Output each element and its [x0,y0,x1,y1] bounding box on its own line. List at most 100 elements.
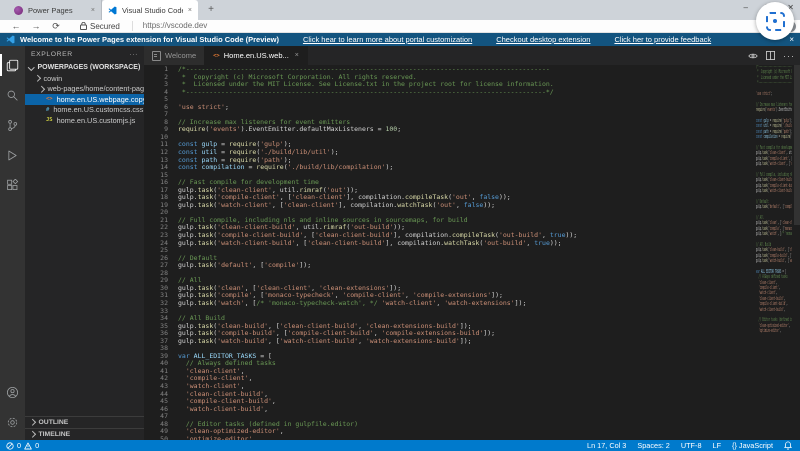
code-text[interactable]: require('events').EventEmitter.defaultMa… [178,126,401,134]
source-control-icon[interactable] [0,110,25,140]
code-text[interactable]: gulp.task('watch-build', ['watch-client-… [756,259,792,264]
editor-scrollbar[interactable] [794,65,800,225]
more-actions-icon[interactable]: ··· [783,51,795,61]
new-tab-button[interactable]: + [204,3,218,17]
browser-tab-vscode[interactable]: Visual Studio Code × [102,0,198,20]
refresh-button[interactable]: ⟳ [46,21,66,32]
tree-item-file[interactable]: JS home.en.US.customjs.js [25,115,144,126]
banner-link-feedback[interactable]: Click her to provide feedback [614,35,711,44]
welcome-tab-icon [152,51,161,61]
code-text[interactable]: const compilation = require('./build/lib… [178,164,393,172]
code-text[interactable]: require('events').EventEmitter.defaultMa… [756,108,792,113]
code-line[interactable]: 5 [144,96,800,104]
tree-item-file-selected[interactable]: <> home.en.US.webpage.copy.html [25,94,144,105]
tree-item-file[interactable]: # home.en.US.customcss.css [25,105,144,116]
banner-link-desktop-extension[interactable]: Checkout desktop extension [496,35,590,44]
chevron-right-icon [29,419,35,425]
vscode-banner-icon [6,35,15,44]
accounts-icon[interactable] [0,377,25,407]
tree-item-folder[interactable]: cowin [25,73,144,84]
tab-close-icon[interactable]: × [295,52,299,59]
code-line[interactable]: 6'use strict'; [144,104,800,112]
language-mode[interactable]: {} JavaScript [732,441,773,450]
forward-button[interactable]: → [26,21,46,31]
tree-item-folder[interactable]: web-pages/home/content-pages [25,84,144,95]
vscode-workbench: EXPLORER ··· POWERPAGES (WORKSPACE) cowi… [0,46,800,440]
timeline-section[interactable]: TIMELINE [25,428,144,440]
browser-tab-strip: Power Pages × Visual Studio Code × + – ☐… [0,0,800,20]
screen: Power Pages × Visual Studio Code × + – ☐… [0,0,800,451]
address-url[interactable]: https://vscode.dev [132,21,207,31]
code-text[interactable]: *---------------------------------------… [756,81,792,86]
code-text[interactable]: gulp.task('watch-client-build', ['clean-… [178,240,562,248]
code-line[interactable]: 24gulp.task('watch-client-build', ['clea… [144,240,800,248]
explorer-actions-icon[interactable]: ··· [129,51,138,58]
code-line[interactable]: 27gulp.task('default', ['compile']); [144,262,800,270]
code-text[interactable]: *---------------------------------------… [178,89,554,97]
indentation[interactable]: Spaces: 2 [637,441,669,450]
code-text[interactable]: const compilation = require('./build/lib… [756,135,792,140]
code-text[interactable]: 'use strict'; [178,104,229,112]
back-button[interactable]: ← [6,21,26,31]
code-line[interactable]: 14const compilation = require('./build/l… [144,164,800,172]
minimap[interactable]: 1/*-------------------------------------… [756,65,792,351]
code-text[interactable]: gulp.task('watch-build', ['watch-client-… [178,338,472,346]
settings-gear-icon[interactable] [0,407,25,437]
notifications-bell-icon[interactable] [784,441,792,450]
tab-welcome[interactable]: Welcome [144,46,205,65]
explorer-icon[interactable] [0,50,25,80]
code-line[interactable]: 4 *-------------------------------------… [144,89,800,97]
preview-icon[interactable] [748,52,758,60]
tab-home-webpage[interactable]: <> Home.en.US.web... × [205,46,308,65]
chevron-right-icon [34,75,40,81]
code-text[interactable]: gulp.task('watch', [/* 'monaco-typecheck… [178,300,526,308]
line-number: 1 [144,66,178,74]
encoding[interactable]: UTF-8 [681,441,702,450]
chevron-right-icon [38,86,44,92]
extensions-icon[interactable] [0,170,25,200]
code-editor[interactable]: 1/*-------------------------------------… [144,65,800,440]
banner-close-icon[interactable]: × [789,35,794,44]
outline-section[interactable]: OUTLINE [25,416,144,428]
secured-label: Secured [90,22,120,31]
problems-indicator[interactable]: 0 0 [6,441,39,450]
code-text[interactable]: 'use strict'; [756,92,772,97]
code-line[interactable]: 32gulp.task('watch', [/* 'monaco-typeche… [144,300,800,308]
code-text[interactable]: 'optimize-editor', [756,329,781,334]
code-text[interactable]: 'watch-client-build', [178,406,268,414]
tab-close-icon[interactable]: × [188,7,192,14]
html-file-icon: <> [46,96,53,102]
code-lines: 1/*-------------------------------------… [144,66,800,440]
cursor-position[interactable]: Ln 17, Col 3 [587,441,626,450]
code-line[interactable]: 25 [144,247,800,255]
code-line: 4 *-------------------------------------… [756,81,792,86]
browser-tab-title: Power Pages [28,6,86,15]
code-text[interactable]: gulp.task('watch-client', ['clean-client… [756,162,792,167]
banner-link-portal-customization[interactable]: Click hear to learn more about portal cu… [303,35,472,44]
code-line[interactable]: 28 [144,270,800,278]
code-text[interactable]: gulp.task('watch', [/* 'monaco-typecheck… [756,232,792,237]
code-text[interactable]: gulp.task('watch-client', ['clean-client… [178,202,495,210]
code-text[interactable]: 'watch-client-build', [756,308,785,313]
code-line: 27gulp.task('default', ['compile']); [756,205,792,210]
code-line[interactable]: 9require('events').EventEmitter.defaultM… [144,126,800,134]
line-number: 3 [144,81,178,89]
window-minimize-button[interactable]: – [744,0,748,14]
run-debug-icon[interactable] [0,140,25,170]
tab-close-icon[interactable]: × [91,7,95,14]
code-text[interactable]: gulp.task('watch-client-build', ['clean-… [756,189,792,194]
code-text[interactable]: gulp.task('default', ['compile']); [178,262,311,270]
line-number: 8 [144,119,178,127]
code-text[interactable]: gulp.task('default', ['compile']); [756,205,792,210]
search-icon[interactable] [0,80,25,110]
code-line[interactable]: 19gulp.task('watch-client', ['clean-clie… [144,202,800,210]
split-editor-icon[interactable] [766,51,775,60]
code-line[interactable]: 37gulp.task('watch-build', ['watch-clien… [144,338,800,346]
code-line[interactable]: 46 'watch-client-build', [144,406,800,414]
browser-tab-power-pages[interactable]: Power Pages × [8,0,102,20]
eol-indicator[interactable]: LF [713,441,722,450]
line-number: 5 [144,96,178,104]
workspace-header[interactable]: POWERPAGES (WORKSPACE) [25,62,144,73]
editor-tab-bar: Welcome <> Home.en.US.web... × [144,46,800,65]
code-line[interactable]: 33 [144,308,800,316]
